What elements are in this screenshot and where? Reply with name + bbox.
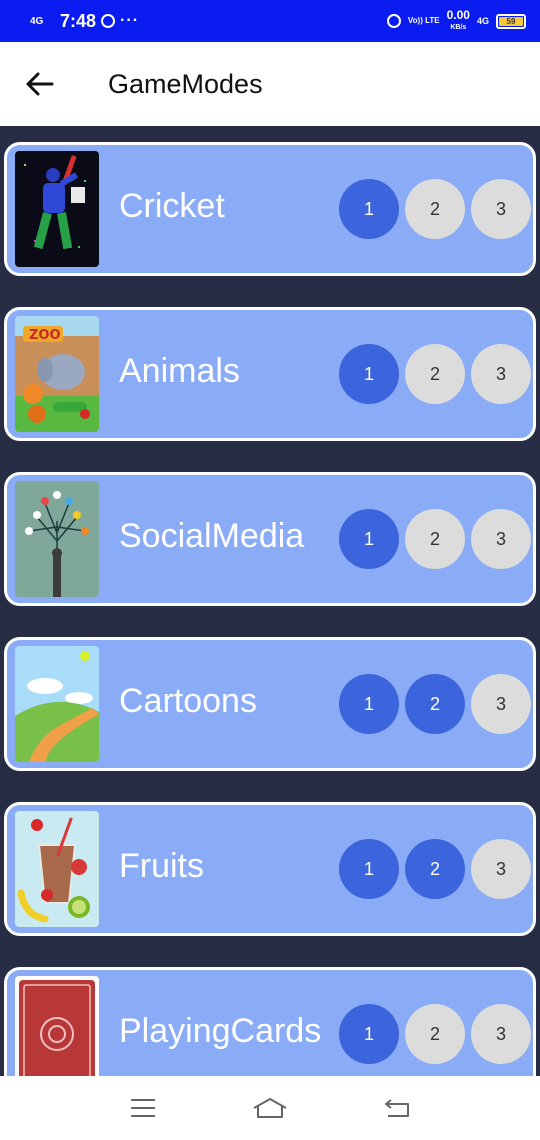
level-3-button[interactable]: 3 <box>471 344 531 404</box>
speed-unit: KB/s <box>450 23 467 31</box>
level-2-button[interactable]: 2 <box>405 509 465 569</box>
status-time: 7:48 <box>60 10 97 31</box>
animals-image: ZOO <box>15 316 99 432</box>
svg-text:ZOO: ZOO <box>29 328 61 343</box>
back-arrow-icon[interactable] <box>12 56 68 112</box>
whatsapp-icon <box>101 14 116 28</box>
level-3-button[interactable]: 3 <box>471 839 531 899</box>
mode-label: PlayingCards <box>119 1012 322 1050</box>
speed-value: 0.00 <box>446 7 470 22</box>
level-3-button[interactable]: 3 <box>471 509 531 569</box>
level-2-button[interactable]: 2 <box>405 674 465 734</box>
level-selector: 1 2 3 <box>339 509 531 569</box>
mode-card-cartoons[interactable]: Cartoons 1 2 3 <box>4 637 536 771</box>
fruits-image <box>15 811 99 927</box>
mode-label: Fruits <box>119 847 204 885</box>
back-nav-icon[interactable] <box>375 1086 419 1130</box>
network-right-indicator: 4G <box>476 16 489 26</box>
cartoons-image <box>15 646 99 762</box>
alarm-icon <box>386 14 401 28</box>
level-2-button[interactable]: 2 <box>405 839 465 899</box>
level-1-button[interactable]: 1 <box>339 344 399 404</box>
level-1-button[interactable]: 1 <box>339 509 399 569</box>
battery-level: 59 <box>499 16 523 26</box>
level-1-button[interactable]: 1 <box>339 1004 399 1064</box>
level-selector: 1 2 3 <box>339 674 531 734</box>
page-title: GameModes <box>108 68 263 99</box>
system-nav-bar <box>0 1076 540 1140</box>
level-1-button[interactable]: 1 <box>339 179 399 239</box>
mode-card-playingcards[interactable]: PlayingCards 1 2 3 <box>4 967 536 1076</box>
level-2-button[interactable]: 2 <box>405 179 465 239</box>
level-selector: 1 2 3 <box>339 839 531 899</box>
status-bar: 4G 7:48 ··· Vo)) LTE 0.00 KB/s 4G 59 <box>0 0 540 42</box>
battery-icon: 59 <box>496 13 526 29</box>
more-notifications-icon: ··· <box>120 12 140 29</box>
level-selector: 1 2 3 <box>339 1004 531 1064</box>
level-3-button[interactable]: 3 <box>471 1004 531 1064</box>
mode-card-socialmedia[interactable]: SocialMedia 1 2 3 <box>4 472 536 606</box>
level-2-button[interactable]: 2 <box>405 1004 465 1064</box>
mode-label: SocialMedia <box>119 517 305 555</box>
mode-card-fruits[interactable]: Fruits 1 2 3 <box>4 802 536 936</box>
level-3-button[interactable]: 3 <box>471 674 531 734</box>
cricket-image <box>15 151 99 267</box>
level-selector: 1 2 3 <box>339 179 531 239</box>
network-indicator: 4G <box>30 15 44 27</box>
mode-label: Cricket <box>119 187 225 225</box>
app-bar: GameModes <box>0 42 540 126</box>
mode-label: Cartoons <box>119 682 257 720</box>
mode-card-animals[interactable]: ZOO Animals 1 2 3 <box>4 307 536 441</box>
mode-label: Animals <box>119 352 240 390</box>
level-1-button[interactable]: 1 <box>339 839 399 899</box>
volte-indicator: Vo)) LTE <box>407 16 440 25</box>
level-3-button[interactable]: 3 <box>471 179 531 239</box>
level-2-button[interactable]: 2 <box>405 344 465 404</box>
level-1-button[interactable]: 1 <box>339 674 399 734</box>
mode-card-cricket[interactable]: Cricket 1 2 3 <box>4 142 536 276</box>
game-mode-list[interactable]: Cricket 1 2 3 ZOO Animals 1 2 3 SocialMe… <box>0 126 540 1076</box>
home-icon[interactable] <box>248 1086 292 1130</box>
status-right: Vo)) LTE 0.00 KB/s 4G 59 <box>386 7 526 33</box>
level-selector: 1 2 3 <box>339 344 531 404</box>
socialmedia-image <box>15 481 99 597</box>
playingcards-image <box>15 976 99 1076</box>
menu-icon[interactable] <box>121 1086 165 1130</box>
network-speed: 0.00 KB/s <box>446 7 470 33</box>
